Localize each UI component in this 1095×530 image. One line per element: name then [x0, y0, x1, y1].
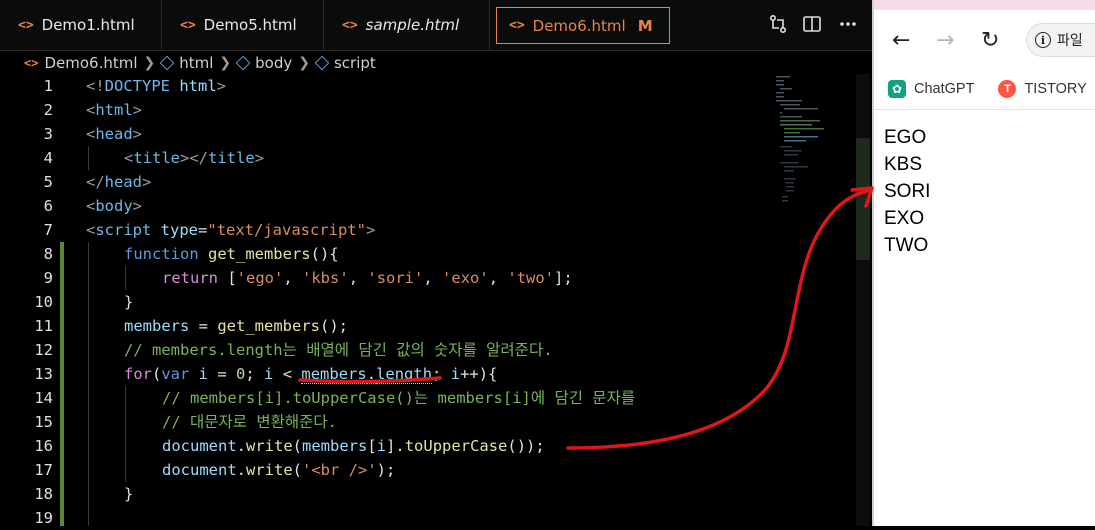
tab-sample[interactable]: <> sample.html: [324, 0, 490, 50]
tab-label: Demo1.html: [41, 16, 135, 34]
code-line: 19: [34, 509, 53, 527]
bookmark-tistory[interactable]: T TISTORY: [998, 79, 1087, 98]
code-line: 11 members = get_members();: [34, 317, 348, 335]
code-line: 14// members[i].toUpperCase()는 members[i…: [34, 389, 636, 407]
compare-changes-icon[interactable]: [768, 14, 788, 39]
code-line: 15// 대문자로 변환해준다.: [34, 413, 337, 431]
code-line: 16 document.write(members[i].toUpperCase(…: [34, 437, 545, 455]
html-file-icon: <>: [24, 55, 39, 70]
bookmark-chatgpt[interactable]: ✿ ChatGPT: [888, 79, 974, 98]
more-actions-icon[interactable]: [838, 14, 858, 39]
split-editor-icon[interactable]: [802, 14, 822, 39]
breadcrumb-file[interactable]: <> Demo6.html: [0, 54, 138, 72]
code-line: 9 return ['ego', 'kbs', 'sori', 'exo', 't…: [43, 269, 573, 287]
info-icon[interactable]: i: [1035, 32, 1051, 48]
tab-label: Demo6.html: [532, 16, 626, 35]
back-arrow-icon[interactable]: ←: [892, 28, 910, 53]
tistory-icon: T: [998, 79, 1017, 98]
code-area[interactable]: 1 <!DOCTYPE html> 2 <html> 3 <head> 4 <title…: [0, 74, 860, 527]
forward-arrow-icon[interactable]: →: [936, 28, 954, 53]
html-file-icon: <>: [18, 17, 34, 33]
browser-toolbar: ← → ↻ i 파일: [874, 12, 1095, 68]
breadcrumb: <> Demo6.html ❯ html ❯ body ❯ script: [0, 51, 872, 74]
tab-demo5[interactable]: <> Demo5.html: [162, 0, 324, 50]
code-line: 8 function get_members(){: [43, 245, 339, 263]
tab-demo6[interactable]: <> Demo6.html M: [496, 7, 670, 44]
html-file-icon: <>: [509, 18, 525, 33]
tab-bar: <> Demo1.html <> Demo5.html <> sample.ht…: [0, 0, 872, 51]
chevron-right-icon: ❯: [219, 54, 232, 71]
output-line: EGO: [884, 127, 927, 148]
code-line: 17 document.write('<br />');: [34, 461, 396, 479]
element-icon: [160, 55, 175, 70]
code-line: 12// members.length는 배열에 담긴 값의 숫자를 알려준다.: [34, 341, 553, 359]
bookmarks-bar: ✿ ChatGPT T TISTORY: [874, 68, 1095, 110]
breadcrumb-html[interactable]: html: [160, 54, 213, 72]
browser-tab-strip: [874, 0, 1095, 10]
browser-window: ← → ↻ i 파일 ✿ ChatGPT T TISTORY EGO KBS S…: [872, 0, 1095, 526]
output-line: SORI: [884, 181, 931, 202]
breadcrumb-body[interactable]: body: [235, 54, 292, 72]
output-line: KBS: [884, 154, 923, 175]
html-file-icon: <>: [180, 17, 196, 33]
code-editor: <> Demo1.html <> Demo5.html <> sample.ht…: [0, 0, 872, 527]
output-line: TWO: [884, 235, 929, 256]
modified-indicator: M: [637, 16, 653, 35]
chatgpt-icon: ✿: [888, 79, 906, 98]
scrollbar-thumb[interactable]: [856, 138, 870, 260]
element-icon: [235, 55, 251, 70]
element-icon: [314, 55, 330, 70]
code-line: 3 <head>: [43, 125, 143, 143]
code-line: 18}: [34, 485, 134, 503]
code-line: 7 <script type="text/javascript">: [43, 221, 376, 239]
tab-demo1[interactable]: <> Demo1.html: [0, 0, 162, 50]
page-output: EGO KBS SORI EXO TWO: [884, 124, 930, 259]
tab-label: Demo5.html: [203, 16, 297, 34]
chevron-right-icon: ❯: [298, 54, 310, 71]
code-line: 2 <html>: [43, 101, 143, 119]
tab-label: sample.html: [365, 16, 460, 34]
code-line: 6 <body>: [43, 197, 143, 215]
breadcrumb-script[interactable]: script: [314, 54, 376, 72]
code-line: 10}: [34, 293, 134, 311]
minimap[interactable]: [774, 74, 856, 214]
code-line: 13 for(var i = 0; i < members.length; i++…: [34, 365, 498, 384]
address-text: 파일: [1057, 33, 1083, 49]
code-line: 5 </head>: [43, 173, 152, 191]
output-line: EXO: [884, 208, 925, 229]
chevron-right-icon: ❯: [143, 54, 156, 71]
address-bar[interactable]: i 파일: [1026, 23, 1095, 57]
reload-icon[interactable]: ↻: [981, 28, 999, 53]
code-line: 4 <title></title>: [43, 149, 265, 167]
html-file-icon: <>: [342, 17, 358, 33]
code-line: 1 <!DOCTYPE html>: [43, 77, 227, 95]
